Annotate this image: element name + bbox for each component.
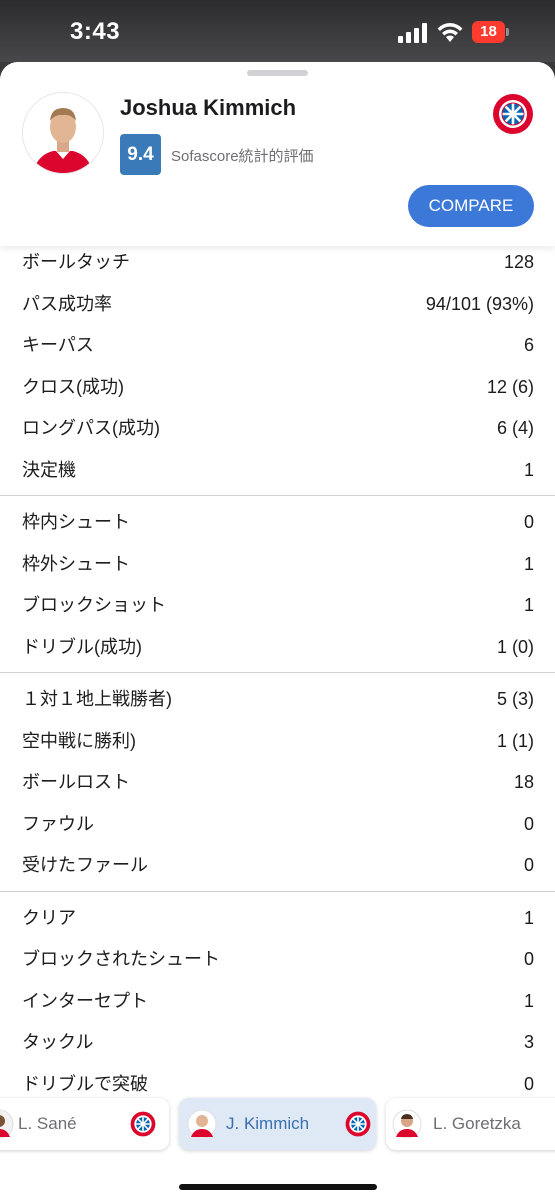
player-switch-sane[interactable]: L. Sané — [0, 1098, 169, 1150]
stat-value: 5 (3) — [496, 689, 534, 709]
stat-row: キーパス 6 — [0, 325, 555, 367]
stat-label: タックル — [22, 1032, 94, 1052]
stat-row: ロングパス(成功) 6 (4) — [0, 408, 555, 450]
player-switch-name: L. Goretzka — [433, 1114, 521, 1133]
stat-row: クリア 1 — [0, 898, 555, 940]
stat-value: 12 (6) — [486, 376, 534, 397]
fc-bayern-logo-icon — [130, 1111, 156, 1137]
stat-label: 決定機 — [22, 459, 76, 480]
player-avatar-small — [187, 1109, 217, 1139]
status-bar: 3:43 18 — [0, 0, 555, 62]
player-avatar — [22, 92, 104, 174]
player-switch-name: L. Sané — [18, 1114, 77, 1133]
stat-row: パス成功率 94/101 (93%) — [0, 284, 555, 326]
battery-icon: 18 — [472, 21, 510, 43]
stat-label: キーパス — [22, 335, 94, 355]
player-avatar-small — [392, 1109, 422, 1139]
stat-row: ブロックされたシュート 0 — [0, 939, 555, 981]
section-divider — [0, 495, 555, 496]
compare-button[interactable]: COMPARE — [408, 185, 534, 227]
stat-value: 1 — [523, 459, 534, 480]
stat-row: 決定機 1 — [0, 450, 555, 492]
stat-row: 受けたファール 0 — [0, 845, 555, 887]
stat-value: 128 — [503, 252, 534, 272]
rating-label: Sofascore統計的評価 — [171, 148, 314, 165]
stat-row: ボールタッチ 128 — [0, 242, 555, 284]
wifi-icon — [437, 23, 463, 42]
stat-row: １対１地上戦勝者) 5 (3) — [0, 679, 555, 721]
stat-label: パス成功率 — [22, 293, 112, 314]
player-name: Joshua Kimmich — [120, 95, 297, 120]
stat-row: クロス(成功) 12 (6) — [0, 367, 555, 409]
stat-label: クロス(成功) — [22, 376, 124, 397]
stat-label: ブロックされたシュート — [22, 949, 220, 969]
stat-value: 6 (4) — [496, 418, 534, 438]
fc-bayern-logo-icon[interactable] — [492, 93, 534, 135]
player-stats-sheet: Joshua Kimmich 9.4 Sofascore統計的評価 COMPAR… — [0, 62, 555, 1200]
stat-row: 空中戦に勝利) 1 (1) — [0, 721, 555, 763]
stat-row: ブロックショット 1 — [0, 585, 555, 627]
player-switch-goretzka[interactable]: L. Goretzka — [386, 1098, 555, 1150]
section-divider — [0, 672, 555, 673]
stat-label: ブロックショット — [22, 595, 166, 615]
stat-label: １対１地上戦勝者) — [22, 689, 172, 709]
stat-row: ボールロスト 18 — [0, 762, 555, 804]
player-rating-badge: 9.4 — [120, 134, 161, 175]
sheet-grabber[interactable] — [247, 70, 308, 76]
stat-value: 6 — [523, 335, 534, 355]
stat-label: 受けたファール — [22, 855, 148, 875]
player-header: Joshua Kimmich 9.4 Sofascore統計的評価 COMPAR… — [0, 62, 555, 246]
stat-row: 枠外シュート 1 — [0, 544, 555, 586]
stat-label: ドリブル(成功) — [22, 636, 142, 657]
status-time: 3:43 — [70, 18, 121, 45]
cellular-signal-icon — [398, 23, 427, 43]
stat-label: ロングパス(成功) — [22, 418, 160, 438]
player-switcher: L. Sané J. Kimmich L. Goretzka — [0, 1092, 555, 1200]
stat-label: 空中戦に勝利) — [22, 730, 136, 751]
stat-value: 1 — [523, 595, 534, 615]
stat-value: 0 — [523, 512, 534, 532]
stat-label: ボールタッチ — [22, 252, 130, 272]
home-indicator[interactable] — [179, 1184, 377, 1190]
stat-value: 1 — [523, 907, 534, 928]
stat-value: 18 — [513, 772, 534, 792]
stat-row: ファウル 0 — [0, 804, 555, 846]
stat-value: 1 (0) — [496, 636, 534, 657]
stat-label: 枠内シュート — [22, 512, 130, 532]
stats-list: ボールタッチ 128 パス成功率 94/101 (93%) キーパス 6 クロス(成功) 12… — [0, 242, 555, 1105]
stat-row: インターセプト 1 — [0, 981, 555, 1023]
player-avatar-small — [0, 1109, 14, 1139]
stat-value: 0 — [523, 855, 534, 875]
stat-label: ファウル — [22, 813, 94, 834]
stat-value: 0 — [523, 813, 534, 834]
player-switch-kimmich[interactable]: J. Kimmich — [179, 1098, 376, 1150]
stat-value: 94/101 (93%) — [425, 293, 534, 314]
fc-bayern-logo-icon — [345, 1111, 371, 1137]
section-divider — [0, 890, 555, 892]
player-switch-name: J. Kimmich — [226, 1114, 310, 1133]
stat-label: インターセプト — [22, 990, 148, 1011]
stat-label: 枠外シュート — [22, 553, 130, 574]
stat-value: 1 (1) — [496, 730, 534, 751]
stat-row: ドリブル(成功) 1 (0) — [0, 627, 555, 669]
stat-value: 1 — [523, 553, 534, 574]
stat-label: クリア — [22, 907, 76, 928]
stat-label: ボールロスト — [22, 772, 130, 792]
stat-value: 1 — [523, 990, 534, 1011]
stat-row: タックル 3 — [0, 1022, 555, 1064]
stat-value: 3 — [523, 1032, 534, 1052]
stat-value: 0 — [523, 949, 534, 969]
stat-row: 枠内シュート 0 — [0, 502, 555, 544]
battery-level: 18 — [472, 21, 505, 43]
